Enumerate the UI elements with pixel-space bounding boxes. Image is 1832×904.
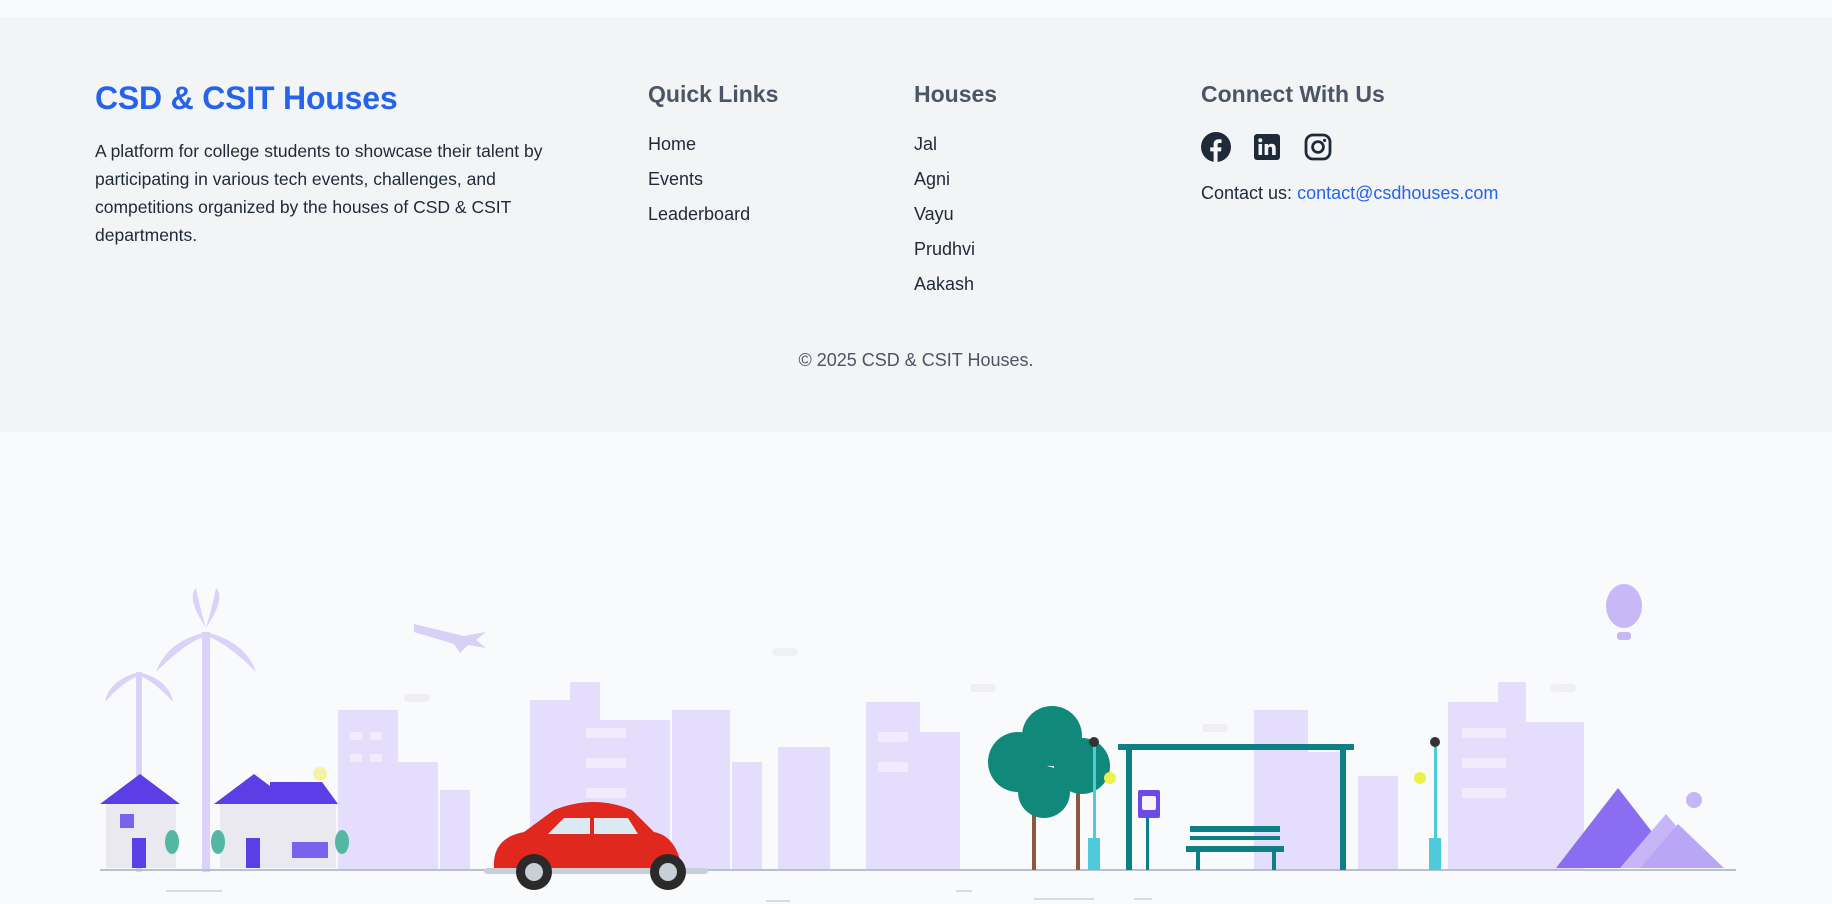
copyright-text: © 2025 CSD & CSIT Houses. [798,350,1034,370]
house-link-prudhvi[interactable]: Prudhvi [914,238,975,273]
house-link-agni[interactable]: Agni [914,168,975,203]
contact-line: Contact us: contact@csdhouses.com [1201,183,1498,204]
quick-link-events[interactable]: Events [648,168,750,203]
quick-link-home[interactable]: Home [648,133,750,168]
houses-list: Jal Agni Vayu Prudhvi Aakash [914,133,975,308]
ground-line [100,869,1736,871]
quick-link-leaderboard[interactable]: Leaderboard [648,203,750,238]
quick-links-heading: Quick Links [648,81,779,107]
instagram-icon[interactable] [1303,132,1333,162]
house-link-jal[interactable]: Jal [914,133,975,168]
city-street-illustration [100,584,1736,902]
road-dashes [166,890,1152,902]
bus-stop-sign [1138,790,1160,870]
airplane-shape [414,624,486,653]
contact-email-link[interactable]: contact@csdhouses.com [1297,183,1498,203]
site-footer: CSD & CSIT Houses A platform for college… [0,17,1832,432]
footer-brand-title[interactable]: CSD & CSIT Houses [95,80,398,117]
linkedin-icon[interactable] [1252,132,1282,162]
house-link-vayu[interactable]: Vayu [914,203,975,238]
top-strip [0,0,1832,17]
house-link-aakash[interactable]: Aakash [914,273,975,308]
footer-brand-description: A platform for college students to showc… [95,141,543,245]
hot-air-balloon [1606,584,1642,640]
social-links [1201,132,1333,162]
connect-heading: Connect With Us [1201,81,1385,107]
contact-label: Contact us: [1201,183,1293,203]
facebook-icon[interactable] [1201,132,1231,162]
quick-links-list: Home Events Leaderboard [648,133,750,238]
houses-heading: Houses [914,81,998,107]
